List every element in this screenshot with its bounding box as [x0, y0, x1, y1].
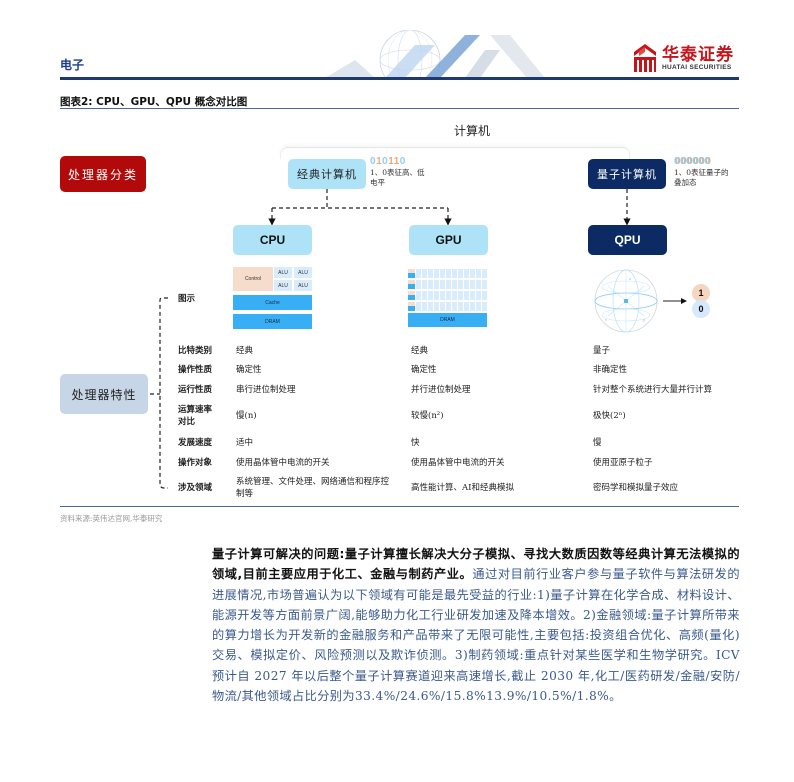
body-paragraph: 量子计算可解决的问题:量子计算擅长解决大分子模拟、寻找大数质因数等经典计算无法模… — [212, 544, 740, 706]
cpu-alu-block: ALU — [294, 280, 312, 291]
cell-qpu-development-speed: 慢 — [593, 438, 602, 448]
row-header-operation-object: 操作对象 — [178, 458, 213, 468]
qubit-state-zero: 0 — [692, 300, 710, 318]
quantum-computer-box: 量子计算机 — [588, 159, 666, 189]
header-divider — [60, 77, 739, 80]
cell-cpu-bit-type: 经典 — [236, 346, 254, 356]
cell-qpu-speed: 极快(2ⁿ) — [593, 411, 626, 421]
axis-z-label: z — [629, 276, 631, 281]
table-bottom-divider — [60, 506, 739, 507]
gpu-box: GPU — [409, 225, 488, 255]
quantum-bits: 000000 — [674, 157, 710, 167]
header-globe-graphic — [325, 30, 545, 80]
cell-gpu-development-speed: 快 — [411, 438, 420, 448]
cell-qpu-bit-type: 量子 — [593, 346, 611, 356]
computer-label: 计算机 — [454, 124, 491, 138]
huatai-logo-icon — [634, 44, 656, 72]
source-note: 资料来源:英伟达官网,华泰研究 — [60, 514, 163, 523]
bloch-sphere-icon: z x y — [594, 269, 658, 333]
classic-bits: 010110 — [370, 157, 406, 167]
processor-category-box: 处理器分类 — [60, 156, 146, 192]
cpu-control-block: Control — [233, 267, 273, 291]
cell-cpu-operation-object: 使用晶体管中电流的开关 — [236, 458, 330, 468]
row-header-development-speed: 发展速度 — [178, 438, 213, 448]
row-header-illustration: 图示 — [178, 294, 196, 304]
computer-bracket — [280, 147, 630, 159]
row-header-bit-type: 比特类别 — [178, 346, 213, 356]
cpu-dram-block: DRAM — [233, 314, 312, 329]
row-header-operation-nature: 操作性质 — [178, 365, 213, 375]
cpu-alu-block: ALU — [274, 280, 292, 291]
cell-cpu-application-fields: 系统管理、文件处理、网络通信和程序控制等 — [236, 477, 390, 499]
gpu-core-row — [408, 291, 487, 300]
classic-bits-note: 1、0表征高、低电平 — [370, 168, 425, 187]
row-header-application-fields: 涉及领域 — [178, 483, 213, 493]
axis-x-label: x — [605, 317, 607, 322]
gpu-core-row — [408, 269, 487, 278]
cell-cpu-development-speed: 适中 — [236, 438, 254, 448]
cell-qpu-application-fields: 密码学和模拟量子效应 — [593, 483, 679, 493]
cell-gpu-operation-object: 使用晶体管中电流的开关 — [411, 458, 505, 468]
cell-gpu-application-fields: 高性能计算、AI和经典模拟 — [411, 483, 514, 493]
logo-chinese-name: 华泰证券 — [662, 44, 734, 65]
cpu-alu-block: ALU — [274, 267, 292, 278]
paragraph-text: 通过对目前行业客户参与量子软件与算法研发的进展情况,市场普遍认为以下领域有可能是… — [212, 567, 741, 704]
cell-qpu-operation-nature: 非确定性 — [593, 365, 628, 375]
gpu-core-row — [408, 280, 487, 289]
cell-gpu-operation-nature: 确定性 — [411, 365, 437, 375]
gpu-illustration: DRAM — [408, 269, 487, 329]
cpu-illustration: Control ALU ALU ALU ALU Cache DRAM — [233, 267, 312, 330]
classic-computer-box: 经典计算机 — [288, 159, 366, 189]
logo-english-name: HUATAI SECURITIES — [662, 63, 732, 71]
cell-qpu-operation-object: 使用亚原子粒子 — [593, 458, 653, 468]
cell-cpu-operation-nature: 确定性 — [236, 365, 262, 375]
cell-cpu-run-nature: 串行进位制处理 — [236, 385, 296, 395]
row-header-run-nature: 运行性质 — [178, 385, 213, 395]
cell-gpu-bit-type: 经典 — [411, 346, 429, 356]
figure-title: 图表2: CPU、GPU、QPU 概念对比图 — [60, 96, 248, 108]
gpu-core-row — [408, 302, 487, 311]
cpu-cache-block: Cache — [233, 295, 312, 310]
quantum-bits-note: 1、0表征量子的叠加态 — [674, 168, 729, 187]
bit: 0 — [399, 156, 406, 167]
row-header-speed-comparison: 运算速率对比 — [178, 405, 213, 427]
axis-y-label: y — [643, 317, 645, 322]
qubit: 0 — [704, 156, 711, 167]
qpu-box: QPU — [588, 225, 667, 255]
cpu-alu-block: ALU — [294, 267, 312, 278]
section-label: 电子 — [60, 58, 85, 72]
cell-cpu-speed: 慢(n) — [236, 411, 257, 421]
cell-gpu-speed: 较慢(n²) — [411, 411, 444, 421]
figure-title-divider — [60, 108, 739, 109]
gpu-dram-block: DRAM — [408, 313, 487, 327]
huatai-logo: 华泰证券 HUATAI SECURITIES — [634, 44, 734, 72]
feature-bracket — [159, 297, 168, 489]
cpu-box: CPU — [233, 225, 312, 255]
cell-qpu-run-nature: 针对整个系统进行大量并行计算 — [593, 385, 713, 395]
processor-features-box: 处理器特性 — [60, 374, 148, 414]
cell-gpu-run-nature: 并行进位制处理 — [411, 385, 471, 395]
